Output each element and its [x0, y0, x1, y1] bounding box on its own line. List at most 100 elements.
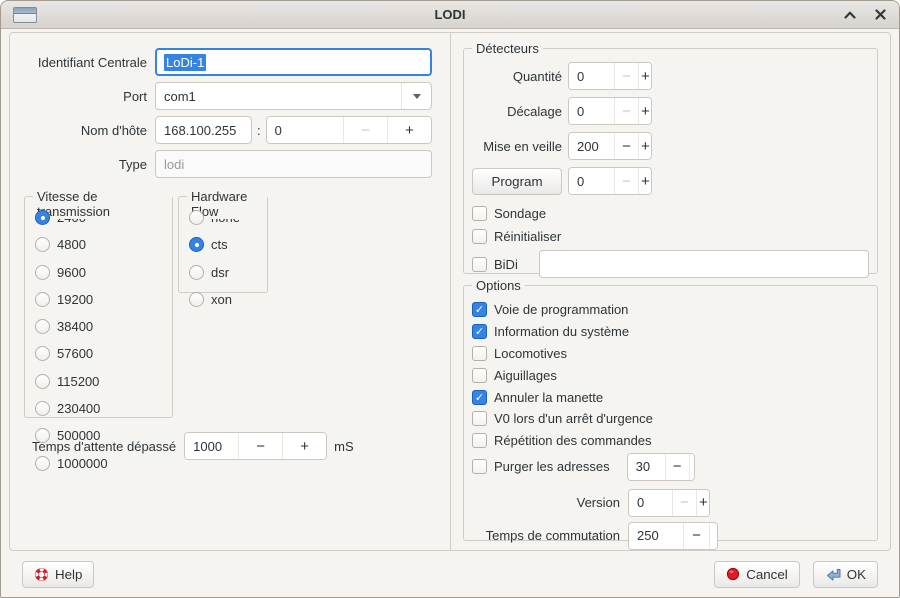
close-icon	[875, 9, 886, 20]
ok-return-arrow-icon	[825, 566, 841, 582]
offset-spinner: 0 − +	[568, 97, 652, 125]
flow-option-dsr[interactable]: dsr	[189, 262, 267, 283]
action-bar: Help Cancel OK	[1, 551, 899, 597]
options-checkbox-row[interactable]: V0 lors d'un arrêt d'urgence	[472, 408, 869, 430]
radio-icon	[189, 292, 204, 307]
version-spinner: 0 − +	[628, 489, 710, 517]
checkbox-icon[interactable]	[472, 433, 487, 448]
baud-option-label: 19200	[57, 292, 93, 307]
commutation-value[interactable]: 250	[629, 523, 683, 549]
type-label: Type	[22, 157, 147, 172]
quantity-row: Quantité 0 − +	[472, 62, 869, 90]
options-checkbox-row[interactable]: ✓Annuler la manette	[472, 386, 869, 408]
timeout-value[interactable]: 1000	[185, 433, 238, 459]
quantity-plus-button[interactable]: +	[638, 63, 651, 89]
standby-value[interactable]: 200	[569, 133, 614, 159]
checkbox-icon[interactable]	[472, 346, 487, 361]
checkbox-icon[interactable]: ✓	[472, 390, 487, 405]
chevron-down-icon	[413, 94, 421, 99]
baud-option-9600[interactable]: 9600	[35, 262, 172, 283]
checkbox-icon[interactable]	[472, 411, 487, 426]
standby-plus-button[interactable]: +	[638, 133, 651, 159]
bidi-checkbox[interactable]	[472, 257, 487, 272]
quantity-value[interactable]: 0	[569, 63, 614, 89]
detectors-checkbox-row[interactable]: Réinitialiser	[472, 225, 869, 247]
checkbox-icon[interactable]: ✓	[472, 324, 487, 339]
offset-minus-button[interactable]: −	[614, 98, 638, 124]
program-button[interactable]: Program	[472, 168, 562, 195]
detectors-checkbox-row[interactable]: Sondage	[472, 202, 869, 224]
timeout-minus-button[interactable]: −	[238, 433, 282, 459]
offset-value[interactable]: 0	[569, 98, 614, 124]
host-port-plus-button[interactable]: +	[387, 117, 431, 143]
purge-checkbox[interactable]	[472, 459, 487, 474]
purge-minus-button[interactable]: −	[665, 454, 689, 480]
program-plus-button[interactable]: +	[638, 168, 651, 194]
commutation-plus-button[interactable]: +	[709, 523, 717, 549]
program-row: Program 0 − +	[472, 167, 869, 195]
version-value[interactable]: 0	[629, 490, 672, 516]
flow-option-cts[interactable]: cts	[189, 234, 267, 255]
host-port-value[interactable]: 0	[267, 117, 343, 143]
commutation-row: Temps de commutation 250 − +	[472, 522, 869, 550]
purge-row[interactable]: Purger les adresses 30 − +	[472, 452, 869, 482]
program-minus-button[interactable]: −	[614, 168, 638, 194]
standby-minus-button[interactable]: −	[614, 133, 638, 159]
baud-option-19200[interactable]: 19200	[35, 289, 172, 310]
options-checkbox-row[interactable]: Aiguillages	[472, 364, 869, 386]
options-checkbox-label: Répétition des commandes	[494, 433, 652, 448]
bidi-input[interactable]	[539, 250, 869, 278]
port-combobox[interactable]: com1	[155, 82, 432, 110]
version-plus-button[interactable]: +	[696, 490, 709, 516]
standby-row: Mise en veille 200 − +	[472, 132, 869, 160]
bidi-row[interactable]: BiDi	[472, 249, 869, 279]
flow-option-label: cts	[211, 237, 228, 252]
ok-button[interactable]: OK	[813, 561, 878, 588]
baud-option-57600[interactable]: 57600	[35, 343, 172, 364]
program-value[interactable]: 0	[569, 168, 614, 194]
checkbox-icon[interactable]	[472, 206, 487, 221]
help-button[interactable]: Help	[22, 561, 94, 588]
version-minus-button[interactable]: −	[672, 490, 696, 516]
flow-option-xon[interactable]: xon	[189, 289, 267, 310]
radio-icon	[189, 210, 204, 225]
shade-window-button[interactable]	[843, 8, 857, 22]
options-checkbox-row[interactable]: Locomotives	[472, 343, 869, 365]
type-input[interactable]: lodi	[155, 150, 432, 178]
checkbox-icon[interactable]	[472, 229, 487, 244]
baud-option-115200[interactable]: 115200	[35, 371, 172, 392]
options-checkbox-row[interactable]: ✓Information du système	[472, 321, 869, 343]
detectors-checkbox-label: Sondage	[494, 206, 546, 221]
baud-option-1000000[interactable]: 1000000	[35, 453, 172, 474]
host-input[interactable]: 168.100.255	[155, 116, 252, 144]
offset-label: Décalage	[472, 104, 562, 119]
purge-label: Purger les adresses	[494, 459, 610, 474]
quantity-minus-button[interactable]: −	[614, 63, 638, 89]
commutation-minus-button[interactable]: −	[683, 523, 709, 549]
options-checkbox-row[interactable]: ✓Voie de programmation	[472, 299, 869, 321]
port-dropdown-button[interactable]	[401, 83, 431, 109]
baud-option-38400[interactable]: 38400	[35, 316, 172, 337]
offset-plus-button[interactable]: +	[638, 98, 651, 124]
radio-icon	[35, 346, 50, 361]
baud-option-500000[interactable]: 500000	[35, 425, 172, 446]
purge-value[interactable]: 30	[628, 454, 665, 480]
baud-option-230400[interactable]: 230400	[35, 398, 172, 419]
radio-icon	[35, 428, 50, 443]
purge-plus-button[interactable]: +	[689, 454, 694, 480]
host-row: Nom d'hôte 168.100.255 : 0 − +	[22, 116, 432, 144]
host-port-minus-button[interactable]: −	[343, 117, 387, 143]
chevron-up-icon	[844, 11, 856, 19]
timeout-plus-button[interactable]: +	[282, 433, 326, 459]
baud-option-label: 57600	[57, 346, 93, 361]
cancel-button[interactable]: Cancel	[714, 561, 800, 588]
host-value: 168.100.255	[164, 123, 236, 138]
checkbox-icon[interactable]	[472, 368, 487, 383]
identifier-input[interactable]: LoDi-1	[155, 48, 432, 76]
checkbox-icon[interactable]: ✓	[472, 302, 487, 317]
close-window-button[interactable]	[873, 8, 887, 22]
options-checkbox-row[interactable]: Répétition des commandes	[472, 430, 869, 452]
ok-button-label: OK	[847, 567, 866, 582]
port-value: com1	[164, 89, 196, 104]
baud-option-4800[interactable]: 4800	[35, 234, 172, 255]
